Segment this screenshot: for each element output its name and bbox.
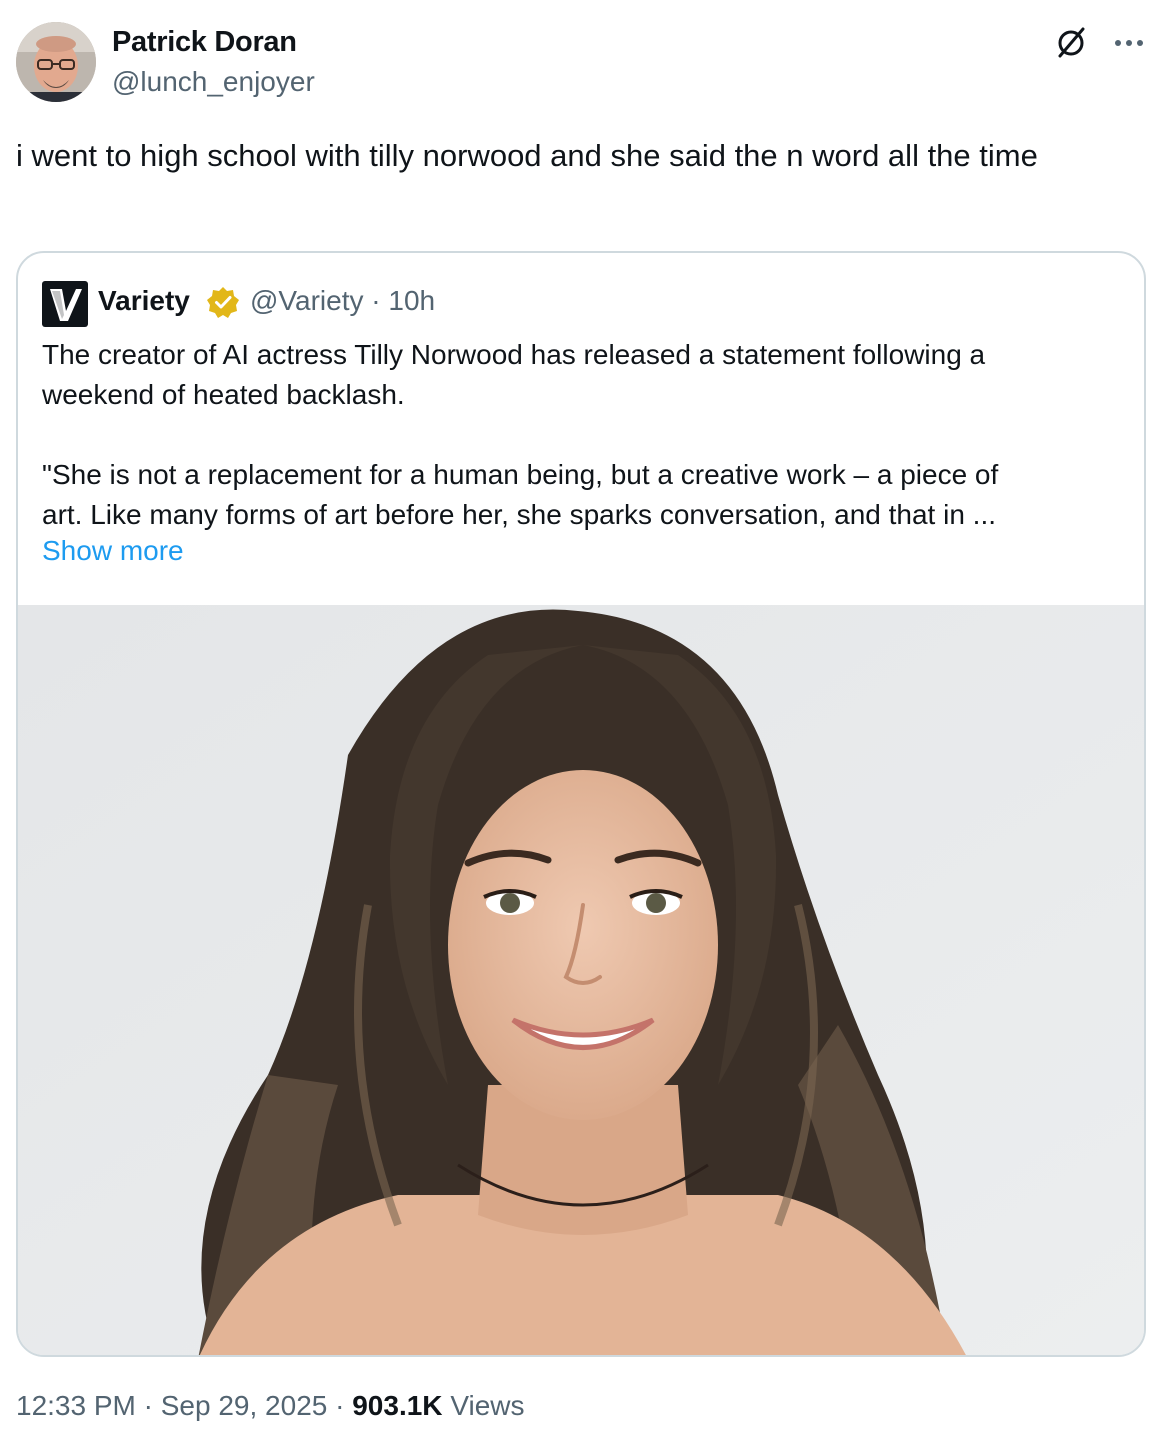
avatar[interactable] bbox=[16, 22, 96, 102]
tweet-date[interactable]: Sep 29, 2025 bbox=[161, 1390, 328, 1421]
quote-line: The creator of AI actress Tilly Norwood … bbox=[42, 339, 986, 370]
quote-meta: @Variety · 10h bbox=[250, 285, 435, 317]
quote-header: Variety @Variety · 10h bbox=[42, 281, 1122, 327]
tweet-footer: 12:33 PM · Sep 29, 2025 · 903.1K Views bbox=[16, 1390, 525, 1422]
quote-line: art. Like many forms of art before her, … bbox=[42, 499, 997, 530]
variety-logo-icon[interactable] bbox=[42, 281, 88, 327]
views-count[interactable]: 903.1K bbox=[352, 1390, 442, 1421]
quote-text: The creator of AI actress Tilly Norwood … bbox=[42, 335, 1122, 535]
verified-badge-icon bbox=[207, 287, 239, 318]
author-handle[interactable]: @lunch_enjoyer bbox=[112, 66, 315, 98]
show-more-link[interactable]: Show more bbox=[42, 535, 184, 567]
quote-line: weekend of heated backlash. bbox=[42, 379, 405, 410]
quote-line: "She is not a replacement for a human be… bbox=[42, 459, 999, 490]
quote-age[interactable]: 10h bbox=[388, 285, 435, 316]
quote-author-name[interactable]: Variety bbox=[98, 285, 190, 317]
footer-separator: · bbox=[143, 1390, 153, 1421]
quote-separator: · bbox=[371, 285, 381, 316]
footer-separator: · bbox=[335, 1390, 345, 1421]
tweet-author: Patrick Doran @lunch_enjoyer bbox=[16, 22, 1152, 102]
grok-icon[interactable] bbox=[1054, 26, 1088, 60]
tweet-time[interactable]: 12:33 PM bbox=[16, 1390, 136, 1421]
quote-tweet-card[interactable]: Variety @Variety · 10h The creator of AI… bbox=[16, 251, 1146, 1357]
tweet-text: i went to high school with tilly norwood… bbox=[16, 138, 1038, 173]
quote-media-image[interactable] bbox=[18, 605, 1144, 1355]
author-name[interactable]: Patrick Doran bbox=[112, 26, 297, 59]
more-icon[interactable] bbox=[1112, 26, 1146, 60]
quote-author-handle[interactable]: @Variety bbox=[250, 285, 364, 316]
views-label: Views bbox=[450, 1390, 525, 1421]
